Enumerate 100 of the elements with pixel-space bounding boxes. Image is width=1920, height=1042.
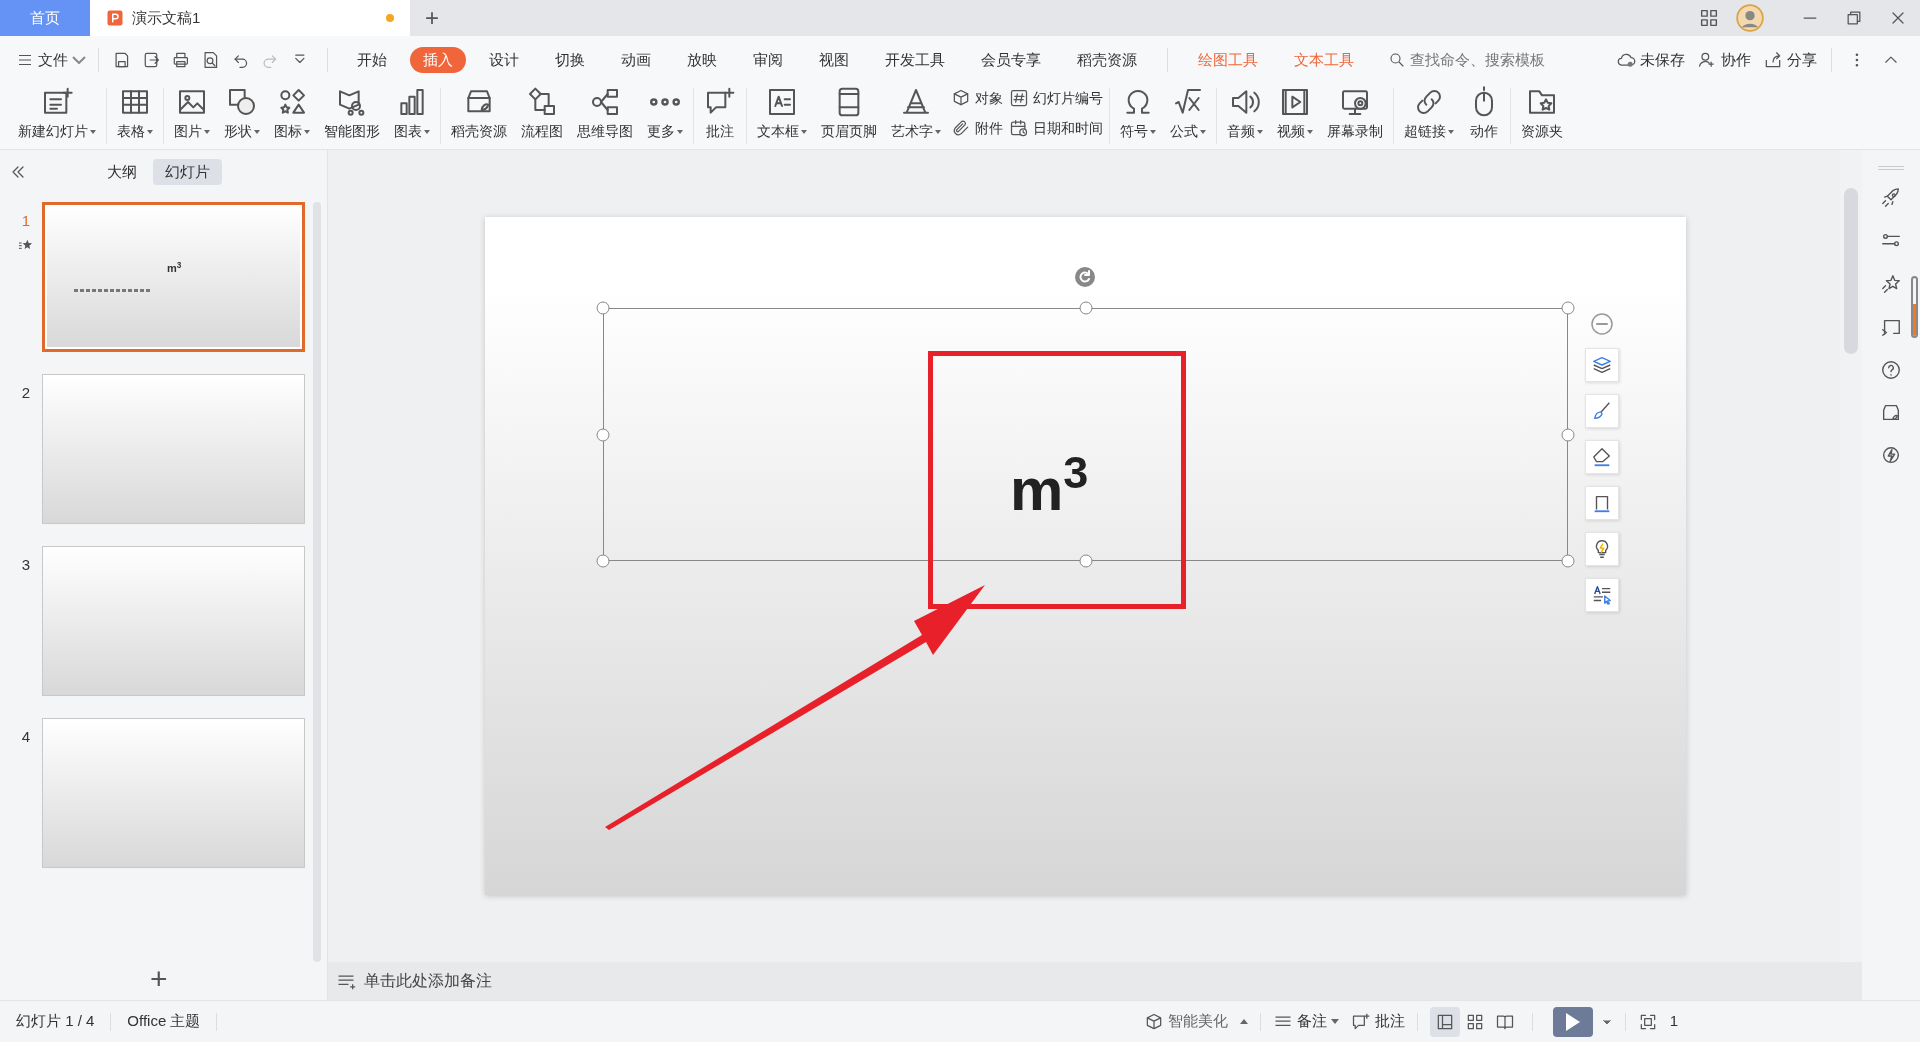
- menu-tab[interactable]: 视图: [806, 47, 863, 73]
- zoom-level: 1: [1669, 1011, 1678, 1032]
- slide-number: 4: [21, 727, 31, 747]
- resize-handle[interactable]: [1079, 554, 1092, 568]
- beautify-button[interactable]: 智能美化: [1143, 1010, 1248, 1033]
- paperclip-icon: [951, 118, 971, 138]
- grid-icon[interactable]: [1698, 7, 1720, 29]
- ribbon-button[interactable]: 幻灯片编号: [1009, 86, 1103, 110]
- ribbon-button[interactable]: 页眉页脚: [815, 84, 883, 146]
- resize-handle[interactable]: [1079, 301, 1092, 315]
- rocket-icon[interactable]: [1880, 187, 1902, 209]
- ribbon-button[interactable]: 公式: [1164, 84, 1212, 146]
- toolbar-button[interactable]: 分享: [1763, 45, 1818, 75]
- ribbon-button[interactable]: 对象: [951, 86, 1003, 110]
- thumbnail-text: m$^{3}$: [167, 260, 182, 276]
- menu-tab[interactable]: 动画: [608, 47, 665, 73]
- presentation-icon: [106, 9, 124, 27]
- ribbon-button[interactable]: 表格: [111, 84, 159, 146]
- notes-placeholder[interactable]: 单击此处添加备注: [336, 969, 492, 993]
- ribbon-button[interactable]: 艺术字: [885, 84, 947, 146]
- add-slide-button[interactable]: +: [150, 964, 168, 994]
- resize-handle[interactable]: [596, 301, 610, 315]
- new-tab-button[interactable]: +: [410, 0, 454, 36]
- ribbon-button[interactable]: 图片: [168, 84, 216, 146]
- float-toolbar-button[interactable]: [1585, 578, 1619, 612]
- menu-tab[interactable]: 会员专享: [968, 47, 1055, 73]
- ribbon-button[interactable]: 图标: [268, 84, 316, 146]
- view-button[interactable]: [1429, 1006, 1460, 1037]
- scrollbar[interactable]: [1844, 188, 1858, 354]
- cube-icon: [951, 88, 971, 108]
- comments-button[interactable]: 批注: [1350, 1010, 1405, 1033]
- float-toolbar-button[interactable]: [1585, 532, 1619, 566]
- text-select-icon: [1591, 584, 1613, 606]
- resize-handle[interactable]: [596, 428, 610, 441]
- search-field[interactable]: 查找命令、搜索模板: [1410, 48, 1611, 72]
- calendar-icon: [1009, 118, 1029, 138]
- ribbon-button[interactable]: 批注: [698, 84, 742, 146]
- ribbon-button[interactable]: 视频: [1271, 84, 1319, 146]
- ribbon-button[interactable]: 音频: [1221, 84, 1269, 146]
- ribbon-button[interactable]: 形状: [218, 84, 266, 146]
- avatar-icon[interactable]: [1736, 4, 1764, 32]
- float-toolbar-button[interactable]: [1585, 440, 1619, 474]
- more-dots-icon: [649, 97, 681, 107]
- menu-tab[interactable]: 设计: [476, 47, 533, 73]
- ribbon-button[interactable]: 思维导图: [571, 84, 639, 146]
- panel-tab[interactable]: 幻灯片: [153, 159, 222, 185]
- rotate-handle-icon[interactable]: [1073, 265, 1097, 289]
- ribbon-button[interactable]: 符号: [1114, 84, 1162, 146]
- video-icon: [1279, 86, 1311, 118]
- toolbar-button[interactable]: 协作: [1697, 45, 1752, 75]
- help-icon[interactable]: [1880, 359, 1902, 381]
- chevron-down-icon: [72, 56, 86, 64]
- menu-tab[interactable]: 稻壳资源: [1064, 47, 1151, 73]
- ribbon-button[interactable]: 超链接: [1398, 84, 1460, 146]
- ribbon-button[interactable]: 附件: [951, 116, 1003, 140]
- comment-icon: [1350, 1011, 1371, 1032]
- menu-tab[interactable]: 切换: [542, 47, 599, 73]
- layers-icon: [1591, 354, 1613, 376]
- menu-tab[interactable]: 审阅: [740, 47, 797, 73]
- ribbon-button[interactable]: 流程图: [515, 84, 569, 146]
- menu-tab[interactable]: 开发工具: [872, 47, 959, 73]
- play-icon: [1565, 1012, 1580, 1031]
- ribbon-button[interactable]: 稻壳资源: [445, 84, 513, 146]
- menu-tab[interactable]: 放映: [674, 47, 731, 73]
- panel-tab[interactable]: 大纲: [95, 159, 149, 185]
- ribbon-button[interactable]: 屏幕录制: [1321, 84, 1389, 146]
- float-toolbar-button[interactable]: [1585, 348, 1619, 382]
- star-icon[interactable]: [1880, 273, 1902, 295]
- slide-thumbnail[interactable]: [41, 374, 305, 524]
- resize-handle[interactable]: [596, 554, 610, 568]
- resize-handle[interactable]: [1561, 301, 1575, 315]
- float-toolbar-button[interactable]: [1585, 394, 1619, 428]
- text-box-icon: [766, 86, 798, 118]
- slide-thumbnail[interactable]: [41, 718, 305, 868]
- ribbon-button[interactable]: 新建幻灯片: [12, 84, 102, 146]
- ribbon-button[interactable]: 图表: [388, 84, 436, 146]
- ribbon-button[interactable]: 动作: [1462, 84, 1506, 146]
- ribbon-button[interactable]: 日期和时间: [1009, 116, 1103, 140]
- notes-button[interactable]: 备注: [1272, 1010, 1339, 1033]
- toolbar-button[interactable]: 未保存: [1616, 45, 1686, 75]
- brush-icon: [1591, 400, 1613, 422]
- minus-circle-icon[interactable]: [1590, 312, 1614, 336]
- ribbon-button[interactable]: 智能图形: [318, 84, 386, 146]
- ribbon-button[interactable]: 文本框: [751, 84, 813, 146]
- file-menu[interactable]: 文件: [12, 44, 90, 76]
- resize-handle[interactable]: [1561, 428, 1575, 441]
- text-box-selection[interactable]: [603, 308, 1568, 561]
- slide-thumbnail[interactable]: m$^{3}$: [42, 202, 305, 352]
- menu-tab[interactable]: 开始: [344, 47, 401, 73]
- ribbon-button[interactable]: 更多: [641, 84, 689, 146]
- mind-map-icon: [589, 86, 621, 118]
- resize-handle[interactable]: [1561, 554, 1575, 568]
- slide-thumbnail[interactable]: [41, 546, 305, 696]
- fill-icon: [1591, 446, 1613, 468]
- ribbon-button[interactable]: 资源夹: [1515, 84, 1569, 146]
- theme-button[interactable]: Office 主题: [123, 1010, 205, 1033]
- document-tab[interactable]: 演示文稿1: [90, 0, 410, 36]
- play-button[interactable]: [1552, 1006, 1593, 1037]
- flowchart-icon: [526, 86, 558, 118]
- float-toolbar-button[interactable]: [1585, 486, 1619, 520]
